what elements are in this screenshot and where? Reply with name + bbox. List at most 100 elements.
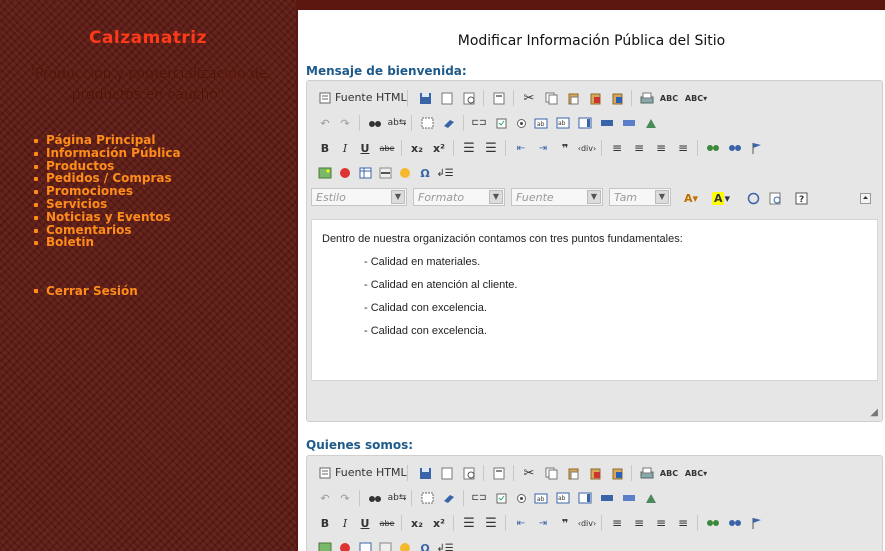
form-icon[interactable]: ⊏⊐ bbox=[469, 488, 489, 508]
size-combo[interactable]: Tam ▼ bbox=[609, 188, 671, 206]
find-icon[interactable] bbox=[365, 488, 385, 508]
hidden-field-icon[interactable] bbox=[641, 488, 661, 508]
redo-icon[interactable]: ↷ bbox=[335, 488, 355, 508]
button-field-icon[interactable] bbox=[597, 113, 617, 133]
remove-format-icon[interactable] bbox=[439, 113, 459, 133]
indent-icon[interactable]: ⇥ bbox=[533, 138, 553, 158]
align-justify-icon[interactable]: ≡ bbox=[673, 138, 693, 158]
strike-icon[interactable]: abe bbox=[377, 513, 397, 533]
source-icon[interactable] bbox=[315, 463, 335, 483]
underline-icon[interactable]: U bbox=[355, 138, 375, 158]
special-char-icon[interactable]: Ω bbox=[415, 538, 435, 551]
table-icon[interactable] bbox=[355, 538, 375, 551]
paste-text-icon[interactable] bbox=[585, 88, 605, 108]
div-container-icon[interactable]: ‹div› bbox=[577, 513, 597, 533]
preview-icon[interactable] bbox=[459, 463, 479, 483]
new-page-icon[interactable] bbox=[437, 463, 457, 483]
align-right-icon[interactable]: ≡ bbox=[651, 138, 671, 158]
align-right-icon[interactable]: ≡ bbox=[651, 513, 671, 533]
numbered-list-icon[interactable]: ☰ bbox=[459, 513, 479, 533]
subscript-icon[interactable]: x₂ bbox=[407, 513, 427, 533]
align-left-icon[interactable]: ≡ bbox=[607, 513, 627, 533]
link-icon[interactable] bbox=[703, 138, 723, 158]
blockquote-icon[interactable]: ❞ bbox=[555, 138, 575, 158]
resize-handle-icon[interactable]: ◢ bbox=[870, 407, 878, 418]
radio-icon[interactable] bbox=[511, 488, 531, 508]
undo-icon[interactable]: ↶ bbox=[315, 488, 335, 508]
image-button-icon[interactable] bbox=[619, 113, 639, 133]
image-icon[interactable] bbox=[315, 163, 335, 183]
print-icon[interactable] bbox=[637, 463, 657, 483]
flash-icon[interactable] bbox=[335, 163, 355, 183]
replace-icon[interactable]: ab⇆ bbox=[387, 113, 407, 133]
font-combo[interactable]: Fuente ▼ bbox=[511, 188, 603, 206]
paste-icon[interactable] bbox=[563, 88, 583, 108]
background-color-icon[interactable]: A ▾ bbox=[707, 188, 735, 208]
select-field-icon[interactable] bbox=[575, 113, 595, 133]
select-all-icon[interactable] bbox=[417, 113, 437, 133]
textfield-icon[interactable]: ab bbox=[531, 113, 551, 133]
replace-icon[interactable]: ab⇆ bbox=[387, 488, 407, 508]
underline-icon[interactable]: U bbox=[355, 513, 375, 533]
italic-icon[interactable]: I bbox=[335, 513, 355, 533]
templates-icon[interactable] bbox=[489, 463, 509, 483]
flash-icon[interactable] bbox=[335, 538, 355, 551]
unlink-icon[interactable] bbox=[725, 138, 745, 158]
spellcheck-icon[interactable]: ABC bbox=[659, 88, 679, 108]
menu-item-boletin[interactable]: Boletin bbox=[34, 236, 181, 249]
show-blocks-icon[interactable] bbox=[765, 188, 785, 208]
paste-icon[interactable] bbox=[563, 463, 583, 483]
editor-content-bienvenida[interactable]: Dentro de nuestra organización contamos … bbox=[311, 219, 878, 381]
paste-text-icon[interactable] bbox=[585, 463, 605, 483]
copy-icon[interactable] bbox=[541, 463, 561, 483]
bold-icon[interactable]: B bbox=[315, 513, 335, 533]
unlink-icon[interactable] bbox=[725, 513, 745, 533]
templates-icon[interactable] bbox=[489, 88, 509, 108]
hidden-field-icon[interactable] bbox=[641, 113, 661, 133]
toolbar-collapse-icon[interactable] bbox=[855, 188, 875, 208]
button-field-icon[interactable] bbox=[597, 488, 617, 508]
menu-item-servicios[interactable]: Servicios bbox=[34, 198, 181, 211]
bold-icon[interactable]: B bbox=[315, 138, 335, 158]
page-break-icon[interactable]: ↲☰ bbox=[435, 538, 455, 551]
anchor-flag-icon[interactable] bbox=[747, 513, 767, 533]
menu-item-pagina-principal[interactable]: Página Principal bbox=[34, 134, 181, 147]
spellcheck-dropdown-icon[interactable]: ABC▾ bbox=[683, 463, 709, 483]
blockquote-icon[interactable]: ❞ bbox=[555, 513, 575, 533]
checkbox-icon[interactable] bbox=[491, 113, 511, 133]
indent-icon[interactable]: ⇥ bbox=[533, 513, 553, 533]
bulleted-list-icon[interactable]: ☰ bbox=[481, 513, 501, 533]
remove-format-icon[interactable] bbox=[439, 488, 459, 508]
smiley-icon[interactable] bbox=[395, 163, 415, 183]
special-char-icon[interactable]: Ω bbox=[415, 163, 435, 183]
select-field-icon[interactable] bbox=[575, 488, 595, 508]
new-page-icon[interactable] bbox=[437, 88, 457, 108]
bulleted-list-icon[interactable]: ☰ bbox=[481, 138, 501, 158]
form-icon[interactable]: ⊏⊐ bbox=[469, 113, 489, 133]
menu-item-informacion-publica[interactable]: Información Pública bbox=[34, 146, 181, 160]
radio-icon[interactable] bbox=[511, 113, 531, 133]
spellcheck-icon[interactable]: ABC bbox=[659, 463, 679, 483]
paste-word-icon[interactable] bbox=[607, 463, 627, 483]
checkbox-icon[interactable] bbox=[491, 488, 511, 508]
undo-icon[interactable]: ↶ bbox=[315, 113, 335, 133]
image-button-icon[interactable] bbox=[619, 488, 639, 508]
format-combo[interactable]: Formato ▼ bbox=[413, 188, 505, 206]
horizontal-rule-icon[interactable] bbox=[375, 163, 395, 183]
italic-icon[interactable]: I bbox=[335, 138, 355, 158]
print-icon[interactable] bbox=[637, 88, 657, 108]
logout-link[interactable]: Cerrar Sesión bbox=[34, 284, 138, 298]
outdent-icon[interactable]: ⇤ bbox=[511, 513, 531, 533]
help-icon[interactable]: ? bbox=[791, 188, 811, 208]
save-icon[interactable] bbox=[415, 88, 435, 108]
numbered-list-icon[interactable]: ☰ bbox=[459, 138, 479, 158]
style-combo[interactable]: Estilo ▼ bbox=[311, 188, 407, 206]
textarea-icon[interactable]: ab bbox=[553, 113, 573, 133]
textfield-icon[interactable]: ab bbox=[531, 488, 551, 508]
redo-icon[interactable]: ↷ bbox=[335, 113, 355, 133]
source-html-button[interactable]: Fuente HTML bbox=[335, 463, 407, 483]
source-icon[interactable] bbox=[315, 88, 335, 108]
align-center-icon[interactable]: ≡ bbox=[629, 138, 649, 158]
save-icon[interactable] bbox=[415, 463, 435, 483]
outdent-icon[interactable]: ⇤ bbox=[511, 138, 531, 158]
